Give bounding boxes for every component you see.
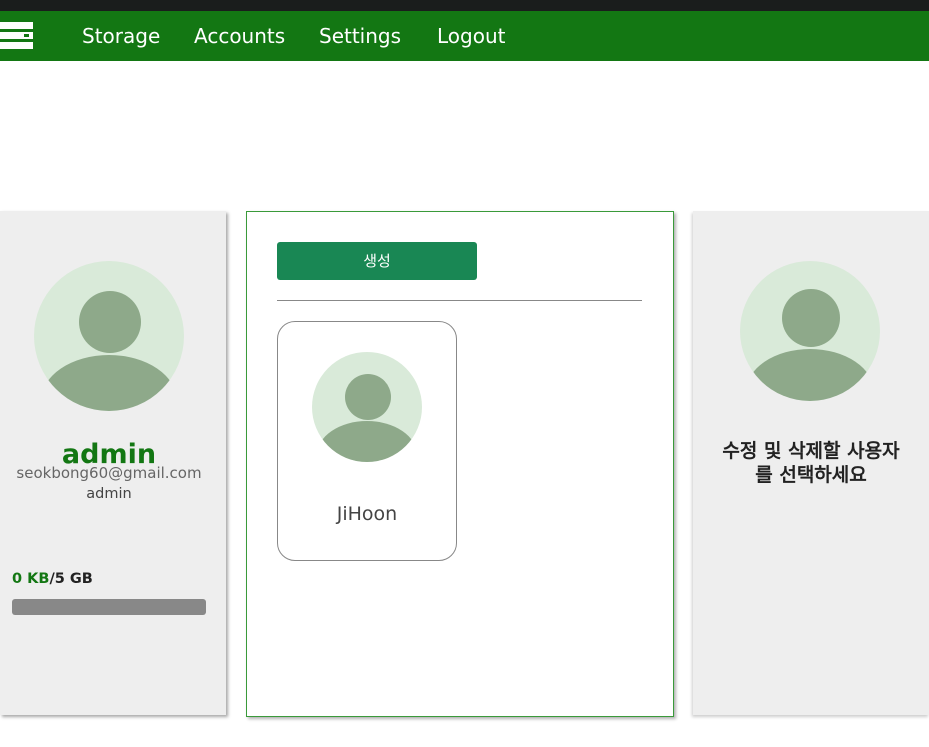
nav-logout[interactable]: Logout <box>437 24 505 48</box>
storage-usage: 0 KB/5 GB <box>12 571 93 587</box>
menu-icon[interactable] <box>0 22 33 49</box>
storage-total: /5 GB <box>49 571 93 587</box>
nav-settings[interactable]: Settings <box>319 24 401 48</box>
detail-avatar <box>740 261 880 405</box>
storage-bar <box>12 599 206 615</box>
divider <box>277 300 642 301</box>
hint-line-1: 수정 및 삭제할 사용자 <box>722 440 900 462</box>
hint-line-2: 를 선택하세요 <box>755 464 867 486</box>
nav-storage[interactable]: Storage <box>82 24 160 48</box>
profile-panel: admin seokbong60@gmail.com admin 0 KB/5 … <box>0 211 226 715</box>
user-card[interactable]: JiHoon <box>277 321 457 561</box>
profile-avatar <box>34 261 184 411</box>
storage-used: 0 KB <box>12 571 50 587</box>
user-card-name: JiHoon <box>336 503 398 525</box>
top-strip <box>0 0 929 11</box>
accounts-panel: 생성 JiHoon <box>246 211 674 717</box>
nav-accounts[interactable]: Accounts <box>194 24 285 48</box>
select-user-hint: 수정 및 삭제할 사용자 를 선택하세요 <box>693 439 929 487</box>
user-card-avatar <box>312 352 422 466</box>
create-user-button[interactable]: 생성 <box>277 242 477 280</box>
user-detail-panel: 수정 및 삭제할 사용자 를 선택하세요 <box>693 211 929 715</box>
profile-role: admin <box>86 486 132 502</box>
profile-email: seokbong60@gmail.com <box>16 464 202 482</box>
